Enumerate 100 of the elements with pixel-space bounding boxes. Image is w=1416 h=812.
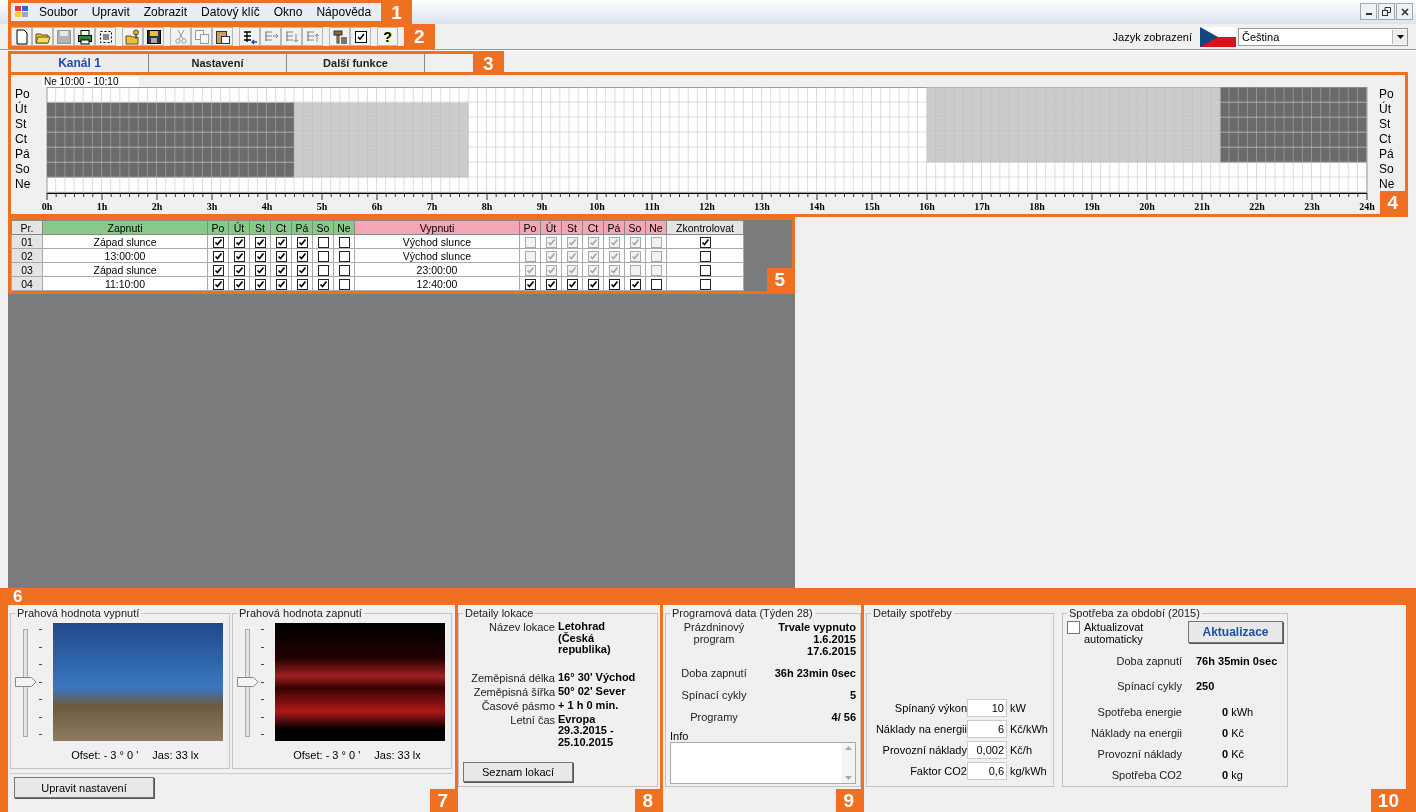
hour-label: 2h — [151, 201, 163, 212]
input-field[interactable]: 0,002 — [967, 741, 1007, 759]
hour-label: 17h — [974, 201, 990, 212]
menu-item[interactable]: Okno — [273, 5, 303, 19]
callout-label: 6 — [12, 586, 23, 607]
field-label: Spotřeba CO2 — [1110, 769, 1182, 782]
checkbox[interactable] — [275, 278, 287, 290]
update-button[interactable]: Aktualizace — [1188, 621, 1283, 643]
paste-button[interactable] — [212, 27, 233, 46]
checkbox[interactable] — [338, 250, 350, 262]
edit-settings-button[interactable]: Upravit nastavení — [14, 777, 154, 798]
field-label: Náklady na energii — [1089, 727, 1182, 740]
save-key-button[interactable] — [143, 27, 164, 46]
app-icon[interactable] — [15, 6, 29, 18]
menu-item[interactable]: Soubor — [39, 5, 78, 19]
checkbox[interactable] — [212, 264, 224, 276]
checkbox[interactable] — [233, 264, 245, 276]
menu-item[interactable]: Upravit — [91, 5, 130, 19]
checkbox[interactable] — [338, 278, 350, 290]
day-label: Ct — [15, 132, 28, 147]
hour-label: 19h — [1084, 201, 1100, 212]
field-label: Název lokace — [487, 621, 555, 635]
checkbox[interactable] — [212, 250, 224, 262]
checkbox[interactable] — [296, 250, 308, 262]
checkbox[interactable] — [275, 236, 287, 248]
checkbox[interactable] — [699, 278, 711, 290]
checkbox[interactable] — [338, 236, 350, 248]
unit-label: Kč/kWh — [1010, 723, 1048, 735]
checkbox[interactable] — [650, 278, 662, 290]
lines-arrow-icon — [241, 28, 258, 45]
callout-badge: 1 — [381, 0, 412, 24]
checkbox[interactable] — [317, 278, 329, 290]
checkbox[interactable] — [317, 250, 329, 262]
minimize-button[interactable] — [1360, 3, 1377, 20]
callout-badge: 3 — [473, 54, 504, 72]
checkbox[interactable] — [296, 264, 308, 276]
checkbox[interactable] — [212, 236, 224, 248]
select-button[interactable] — [95, 27, 116, 46]
checkbox[interactable] — [233, 250, 245, 262]
print-button[interactable] — [74, 27, 95, 46]
checkbox[interactable] — [317, 236, 329, 248]
checkbox[interactable] — [254, 250, 266, 262]
open-key-button[interactable] — [122, 27, 143, 46]
field-value: + 1 h 0 min. — [558, 699, 620, 712]
checkbox[interactable] — [1067, 621, 1080, 634]
unit-label: kWh — [1231, 706, 1254, 719]
checkbox[interactable] — [296, 278, 308, 290]
checkbox[interactable] — [254, 236, 266, 248]
checkbox[interactable] — [338, 264, 350, 276]
slider-thumb[interactable] — [237, 677, 259, 687]
help-button[interactable]: ? — [377, 27, 398, 46]
checkbox[interactable] — [587, 278, 599, 290]
input-field[interactable]: 6 — [967, 720, 1007, 738]
checkbox[interactable] — [233, 236, 245, 248]
menu-item[interactable]: Datový klíč — [201, 5, 260, 19]
checkbox[interactable] — [296, 236, 308, 248]
checkbox[interactable] — [275, 264, 287, 276]
checkbox[interactable] — [545, 278, 557, 290]
table-cell: Západ slunce — [42, 262, 208, 277]
input-field[interactable]: 10 — [967, 699, 1007, 717]
checkbox[interactable] — [275, 250, 287, 262]
column-header: Pá — [603, 220, 625, 235]
checkbox[interactable] — [629, 278, 641, 290]
field-value: 16° 30' Východ — [558, 671, 637, 684]
location-list-button[interactable]: Seznam lokací — [463, 762, 573, 782]
checkbox[interactable] — [699, 236, 711, 248]
checkbox-icon — [352, 28, 369, 45]
checkbox[interactable] — [699, 264, 711, 276]
insert-line-button[interactable] — [239, 27, 260, 46]
menu-item[interactable]: Nápověda — [316, 5, 372, 19]
checkbox[interactable] — [608, 278, 620, 290]
restore-button[interactable] — [1378, 3, 1395, 20]
tab[interactable]: Další funkce — [287, 54, 425, 72]
table-cell: Západ slunce — [42, 234, 208, 249]
hour-label: 22h — [1249, 201, 1265, 212]
checkbox[interactable] — [566, 278, 578, 290]
slider-thumb[interactable] — [15, 677, 37, 687]
checkbox[interactable] — [699, 250, 711, 262]
input-field[interactable]: 0,6 — [967, 762, 1007, 780]
language-dropdown[interactable]: Čeština — [1238, 27, 1408, 46]
new-button[interactable] — [11, 27, 32, 46]
checkbox[interactable] — [254, 278, 266, 290]
checkbox[interactable] — [233, 278, 245, 290]
open-button[interactable] — [32, 27, 53, 46]
tab[interactable]: Kanál 1 — [11, 54, 149, 72]
info-field[interactable] — [670, 741, 856, 784]
field-value: 76h 35min 0sec — [1196, 655, 1279, 668]
check-button[interactable] — [350, 27, 371, 46]
checkbox[interactable] — [317, 264, 329, 276]
tool-button[interactable] — [329, 27, 350, 46]
menu-item[interactable]: Zobrazit — [143, 5, 188, 19]
checkbox[interactable] — [212, 278, 224, 290]
tab[interactable]: Nastavení — [149, 54, 287, 72]
checkbox[interactable] — [254, 264, 266, 276]
unit-label: kW — [1010, 702, 1026, 714]
day-label: Ne — [15, 177, 32, 192]
hour-label: 7h — [426, 201, 438, 212]
close-button[interactable] — [1396, 3, 1413, 20]
field-label: Provozní náklady — [881, 744, 967, 756]
checkbox[interactable] — [524, 278, 536, 290]
